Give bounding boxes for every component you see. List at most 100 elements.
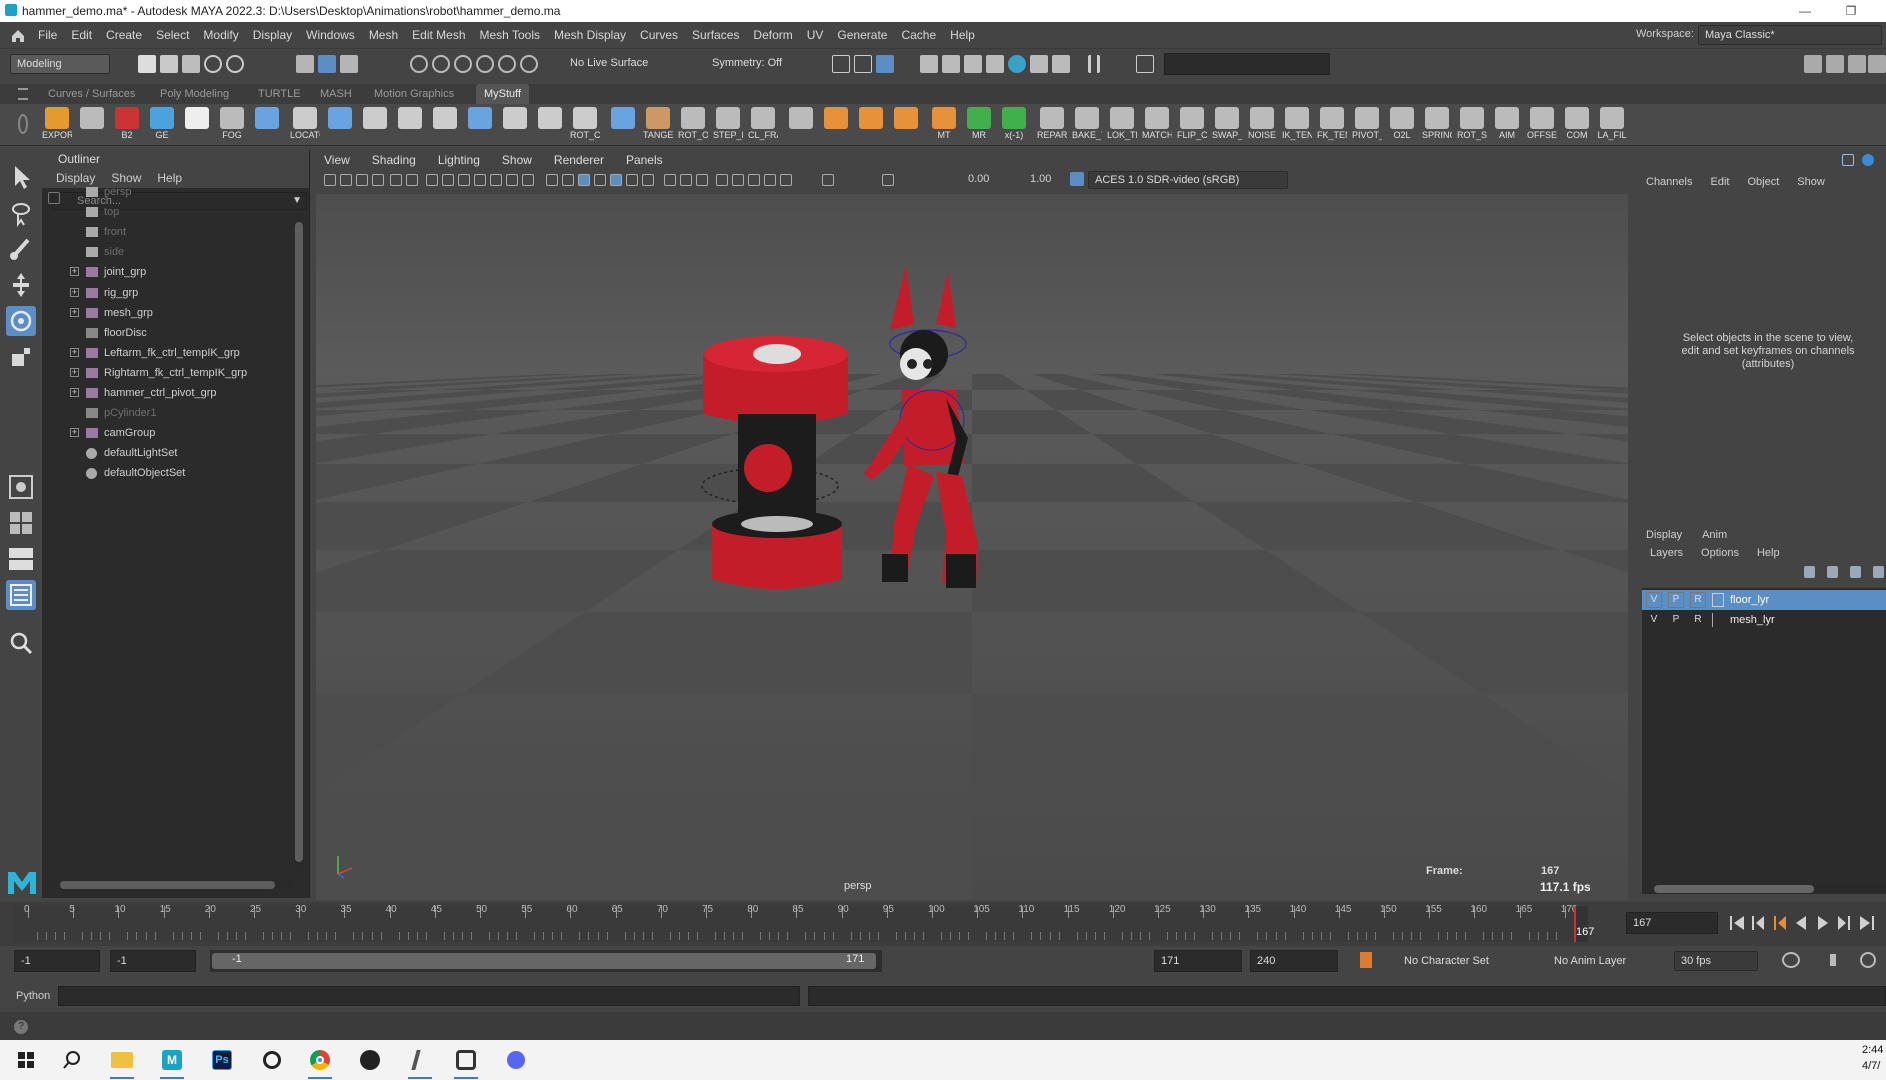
layer-row-mesh[interactable]: V P R mesh_lyr [1642, 610, 1886, 630]
anim-layer-dropdown[interactable]: No Anim Layer [1554, 955, 1626, 967]
menu-surfaces[interactable]: Surfaces [692, 28, 739, 42]
outliner-item[interactable]: + Leftarm_fk_ctrl_tempIK_grp [42, 343, 292, 363]
loop-icon[interactable] [1782, 952, 1800, 968]
sound-icon[interactable] [1830, 954, 1844, 966]
search-icon[interactable] [58, 1046, 86, 1074]
outliner-item[interactable]: + camGroup [42, 423, 292, 443]
playback-end-field[interactable]: 171 [1154, 950, 1242, 972]
current-frame-field[interactable]: 167 [1626, 912, 1718, 934]
step-back-frame-icon[interactable] [1774, 916, 1786, 930]
layer-reference-toggle[interactable]: R [1690, 612, 1706, 628]
shelf-button-11[interactable] [430, 106, 460, 144]
viewport-menu-shading[interactable]: Shading [372, 153, 416, 167]
open-scene-icon[interactable] [160, 55, 178, 73]
shelf-button-38[interactable]: O2L [1387, 106, 1417, 144]
motion-blur-icon[interactable] [664, 174, 676, 186]
expand-icon[interactable]: + [70, 388, 79, 397]
new-layer-icon[interactable] [1850, 566, 1861, 578]
shelf-button-33[interactable]: SWAP_( [1212, 106, 1242, 144]
shelf-button-5[interactable]: FOG [217, 106, 247, 144]
shelf-button-12[interactable] [465, 106, 495, 144]
menu-create[interactable]: Create [106, 28, 142, 42]
outliner-layout-icon[interactable] [6, 580, 36, 610]
scene-start-field[interactable]: -1 [14, 950, 100, 972]
layer-row-floor[interactable]: V P R floor_lyr [1642, 590, 1886, 610]
shelf-button-34[interactable]: NOISE [1247, 106, 1277, 144]
3d-viewport[interactable]: persp Frame: 167 117.1 fps [316, 194, 1628, 900]
quick-search-field[interactable] [1164, 53, 1330, 75]
use-all-lights-icon[interactable] [610, 174, 622, 186]
shelf-button-0[interactable]: EXPOR [42, 106, 72, 144]
anim-preferences-icon[interactable] [1860, 952, 1876, 968]
shelf-button-39[interactable]: SPRING [1422, 106, 1452, 144]
outliner-item[interactable]: defaultLightSet [42, 443, 292, 463]
shelf-button-18[interactable]: ROT_OF [678, 106, 708, 144]
workspace-dropdown[interactable]: Maya Classic* [1698, 25, 1882, 45]
shelf-tab-mash[interactable]: MASH [312, 84, 360, 104]
shelf-tab-turtle[interactable]: TURTLE [250, 84, 309, 104]
shelf-button-28[interactable]: REPAR [1037, 106, 1067, 144]
layer-reference-toggle[interactable]: R [1690, 592, 1706, 608]
outliner-item[interactable]: side [42, 242, 292, 262]
home-icon[interactable] [6, 22, 30, 48]
menu-edit-mesh[interactable]: Edit Mesh [412, 28, 465, 42]
time-slider[interactable]: 0 5 10 15 20 25 30 35 40 45 50 55 60 65 70 75 80 85 90 95 10… [0, 902, 1886, 946]
shelf-button-14[interactable] [535, 106, 565, 144]
shelf-button-36[interactable]: FK_TEN [1317, 106, 1347, 144]
symmetry-dropdown[interactable]: Symmetry: Off [712, 57, 782, 69]
shelf-button-31[interactable]: MATCH [1142, 106, 1172, 144]
shelf-button-29[interactable]: BAKE_T [1072, 106, 1102, 144]
gamma-field[interactable]: 1.00 [1030, 173, 1051, 185]
shelf-tab-motion-graphics[interactable]: Motion Graphics [366, 84, 462, 104]
safe-title-icon[interactable] [522, 174, 534, 186]
render-frame-icon[interactable] [920, 55, 938, 73]
layer-color-swatch[interactable] [1712, 613, 1724, 627]
layer-name[interactable]: floor_lyr [1730, 590, 1769, 610]
undo-icon[interactable] [204, 55, 222, 73]
lasso-tool-icon[interactable] [6, 198, 36, 228]
file-explorer-icon[interactable] [108, 1046, 136, 1079]
menu-file[interactable]: File [38, 28, 57, 42]
step-back-key-icon[interactable] [1752, 916, 1764, 930]
layer-tab-anim[interactable]: Anim [1702, 526, 1727, 544]
move-tool-icon[interactable] [6, 270, 36, 300]
xray-icon[interactable] [732, 174, 744, 186]
render-view-icon[interactable] [876, 55, 894, 73]
viewport-menu-show[interactable]: Show [502, 153, 532, 167]
snap-vertex-icon[interactable] [520, 55, 538, 73]
menu-display[interactable]: Display [253, 28, 292, 42]
snap-curve-icon[interactable] [432, 55, 450, 73]
shelf-button-4[interactable] [182, 106, 212, 144]
chevron-down-icon[interactable]: ▼ [292, 193, 302, 209]
view-transform-dropdown[interactable]: ACES 1.0 SDR-video (sRGB) [1088, 171, 1288, 189]
shelf-button-8[interactable] [325, 106, 355, 144]
menu-modify[interactable]: Modify [203, 28, 238, 42]
command-input[interactable] [58, 986, 800, 1006]
layer-tab-display[interactable]: Display [1646, 526, 1682, 544]
character-set-dropdown[interactable]: No Character Set [1404, 955, 1489, 967]
snapshot-icon[interactable] [1052, 55, 1070, 73]
steam-icon[interactable] [258, 1046, 286, 1074]
shadows-icon[interactable] [626, 174, 638, 186]
menu-help[interactable]: Help [950, 28, 975, 42]
input-output-icon[interactable] [854, 55, 872, 73]
ambient-occlusion-icon[interactable] [642, 174, 654, 186]
viewport-menu-lighting[interactable]: Lighting [438, 153, 480, 167]
outliner-item[interactable]: pCylinder1 [42, 403, 292, 423]
menu-select[interactable]: Select [156, 28, 189, 42]
outliner-vscrollbar[interactable] [294, 214, 304, 874]
grease-pencil-icon[interactable] [406, 174, 418, 186]
select-component-icon[interactable] [340, 55, 358, 73]
layer-name[interactable]: mesh_lyr [1730, 610, 1775, 630]
channel-menu-object[interactable]: Object [1747, 176, 1779, 194]
shelf-button-19[interactable]: STEP_M [713, 106, 743, 144]
snap-surface-icon[interactable] [498, 55, 516, 73]
shelf-button-41[interactable]: AIM [1492, 106, 1522, 144]
grid-icon[interactable] [426, 174, 438, 186]
shelf-button-2[interactable]: B2 [112, 106, 142, 144]
exposure-reset-icon[interactable] [822, 174, 834, 186]
channel-menu-show[interactable]: Show [1797, 176, 1825, 194]
menu-mesh-display[interactable]: Mesh Display [554, 28, 626, 42]
safe-action-icon[interactable] [506, 174, 518, 186]
menu-cache[interactable]: Cache [901, 28, 936, 42]
